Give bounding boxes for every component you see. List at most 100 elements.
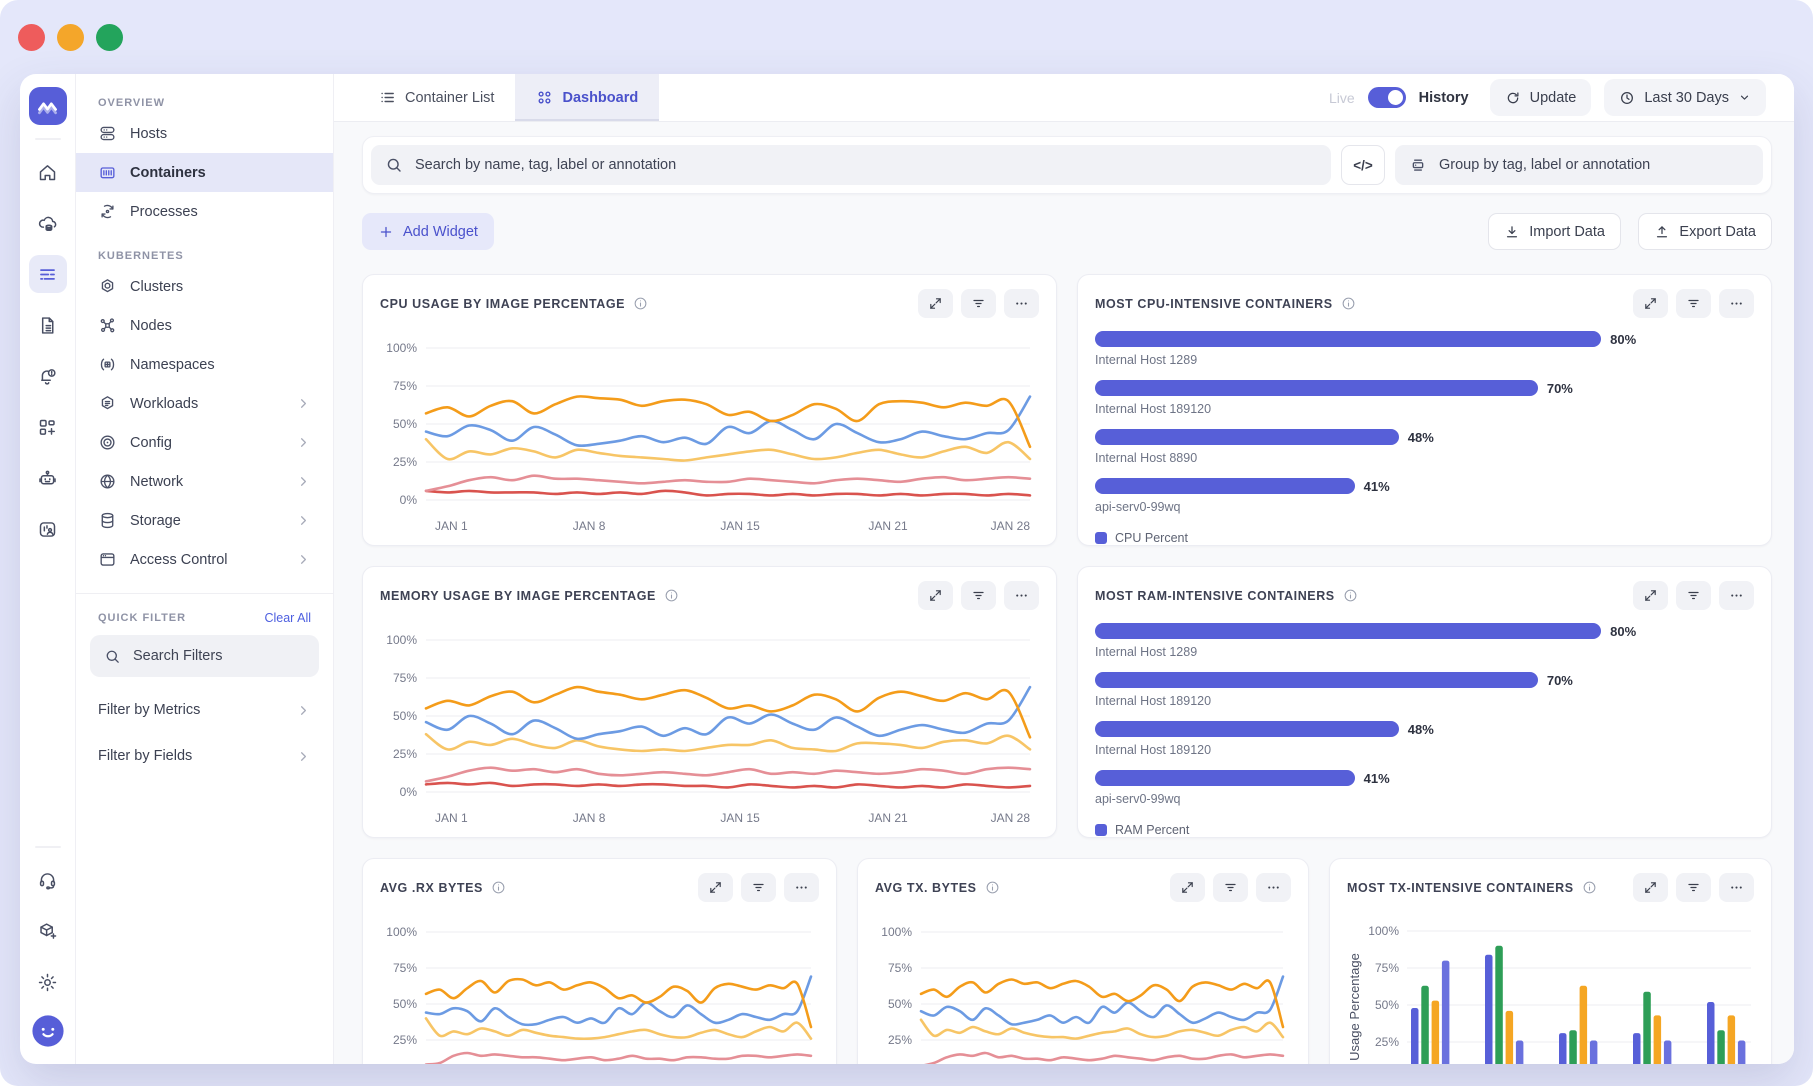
search-filters-field[interactable] — [133, 648, 305, 664]
expand-button[interactable] — [698, 873, 733, 902]
info-icon[interactable] — [664, 588, 679, 603]
more-options-button[interactable] — [1719, 873, 1754, 902]
filter-button[interactable] — [1676, 581, 1711, 610]
expand-button[interactable] — [918, 581, 953, 610]
clock-icon — [1619, 90, 1635, 106]
rail-item-session-insights[interactable] — [29, 510, 67, 548]
sidebar-item-containers[interactable]: Containers — [76, 153, 333, 192]
import-data-button[interactable]: Import Data — [1488, 213, 1621, 250]
container-search-input[interactable] — [371, 145, 1331, 185]
search-filters-input[interactable] — [90, 635, 319, 677]
filter-button[interactable] — [1676, 289, 1711, 318]
tab-container-list[interactable]: Container List — [358, 74, 515, 121]
more-options-button[interactable] — [1256, 873, 1291, 902]
bar-row: 41% api-serv0-99wq — [1095, 478, 1754, 514]
filter-button[interactable] — [961, 289, 996, 318]
update-label: Update — [1530, 90, 1577, 106]
widget-actions — [910, 581, 1039, 610]
tab-dashboard[interactable]: Dashboard — [515, 74, 659, 121]
expand-button[interactable] — [1170, 873, 1205, 902]
sidebar-item-hosts[interactable]: Hosts — [76, 114, 333, 153]
info-icon[interactable] — [633, 296, 648, 311]
legend-swatch — [1095, 532, 1107, 544]
filter-button[interactable] — [961, 581, 996, 610]
rail-item-container-metrics[interactable] — [29, 255, 67, 293]
svg-text:25%: 25% — [393, 1033, 417, 1047]
info-icon[interactable] — [1343, 588, 1358, 603]
widget-tx-top-bars: MOST TX-INTENSIVE CONTAINERS Usage Perce… — [1329, 858, 1772, 1064]
user-avatar[interactable] — [31, 1014, 65, 1048]
rail-item-documents[interactable] — [29, 306, 67, 344]
date-range-dropdown[interactable]: Last 30 Days — [1604, 79, 1766, 116]
container-search-field[interactable] — [415, 157, 1317, 173]
live-history-toggle[interactable] — [1368, 87, 1406, 108]
expand-button[interactable] — [918, 289, 953, 318]
group-by-field[interactable] — [1439, 157, 1749, 173]
sidebar-item-access-control[interactable]: Access Control — [76, 540, 333, 579]
widget-actions — [1625, 873, 1754, 902]
filter-by-fields[interactable]: Filter by Fields — [76, 735, 333, 777]
sidebar-item-namespaces[interactable]: Namespaces — [76, 345, 333, 384]
more-options-button[interactable] — [1719, 289, 1754, 318]
more-options-button[interactable] — [1719, 581, 1754, 610]
grid-icon — [536, 89, 553, 106]
info-icon[interactable] — [1341, 296, 1356, 311]
rail-item-assistant[interactable] — [29, 459, 67, 497]
filter-button[interactable] — [1213, 873, 1248, 902]
group-by-input[interactable] — [1395, 145, 1763, 185]
svg-text:JAN 15: JAN 15 — [720, 811, 760, 825]
expand-button[interactable] — [1633, 873, 1668, 902]
sidebar-item-network[interactable]: Network — [76, 462, 333, 501]
sidebar-item-clusters[interactable]: Clusters — [76, 267, 333, 306]
sidebar-item-workloads[interactable]: Workloads — [76, 384, 333, 423]
update-button[interactable]: Update — [1490, 79, 1592, 116]
maximize-button[interactable] — [96, 24, 123, 51]
export-data-button[interactable]: Export Data — [1638, 213, 1772, 250]
rail-item-settings[interactable] — [29, 963, 67, 1001]
rail-top — [29, 140, 67, 548]
cloud-resources-icon — [37, 213, 58, 234]
sidebar-item-config[interactable]: Config — [76, 423, 333, 462]
sidebar-item-nodes[interactable]: Nodes — [76, 306, 333, 345]
info-icon[interactable] — [491, 880, 506, 895]
expand-button[interactable] — [1633, 581, 1668, 610]
svg-text:75%: 75% — [393, 379, 417, 393]
clear-all-button[interactable]: Clear All — [264, 611, 311, 625]
more-options-button[interactable] — [784, 873, 819, 902]
rail-item-add-widgets[interactable] — [29, 408, 67, 446]
bar-row: 80% Internal Host 1289 — [1095, 623, 1754, 659]
expand-button[interactable] — [1633, 289, 1668, 318]
query-syntax-button[interactable]: </> — [1341, 145, 1385, 185]
rail-item-integrations[interactable] — [29, 912, 67, 950]
close-button[interactable] — [18, 24, 45, 51]
line-chart: 100%75%50%25%0%JAN 1JAN 8JAN 15JAN 21JAN… — [380, 910, 819, 1064]
sidebar-item-processes[interactable]: Processes — [76, 192, 333, 231]
rail-item-support[interactable] — [29, 861, 67, 899]
history-label: History — [1419, 90, 1469, 106]
add-widget-button[interactable]: Add Widget — [362, 213, 494, 250]
rail-item-home[interactable] — [29, 153, 67, 191]
rail-item-alerts[interactable] — [29, 357, 67, 395]
more-options-button[interactable] — [1004, 289, 1039, 318]
storage-icon — [98, 511, 117, 530]
quick-filter-title: QUICK FILTER — [98, 612, 186, 624]
minimize-button[interactable] — [57, 24, 84, 51]
filter-by-metrics[interactable]: Filter by Metrics — [76, 689, 333, 731]
filter-button[interactable] — [741, 873, 776, 902]
widget-title: MOST TX-INTENSIVE CONTAINERS — [1347, 880, 1597, 895]
svg-text:JAN 1: JAN 1 — [435, 519, 468, 533]
rail-item-cloud-resources[interactable] — [29, 204, 67, 242]
live-label: Live — [1329, 90, 1355, 106]
chevron-right-icon — [296, 513, 311, 528]
sidebar-item-storage[interactable]: Storage — [76, 501, 333, 540]
info-icon[interactable] — [1582, 880, 1597, 895]
svg-text:25%: 25% — [393, 455, 417, 469]
ellipsis-icon — [1266, 880, 1281, 895]
widget-title: MOST CPU-INTENSIVE CONTAINERS — [1095, 296, 1356, 311]
expand-icon — [1180, 880, 1195, 895]
info-icon[interactable] — [985, 880, 1000, 895]
filter-button[interactable] — [1676, 873, 1711, 902]
more-options-button[interactable] — [1004, 581, 1039, 610]
legend-swatch — [1095, 824, 1107, 836]
svg-text:JAN 28: JAN 28 — [991, 811, 1031, 825]
